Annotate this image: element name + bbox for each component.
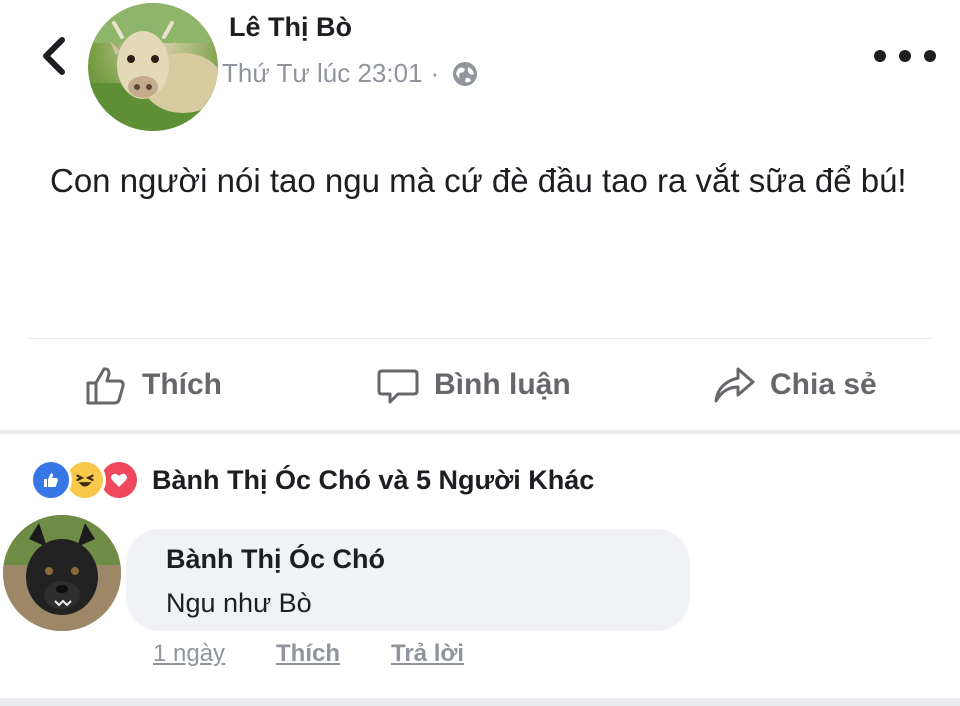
post-meta: Thứ Tư lúc 23:01 ·: [222, 58, 479, 89]
like-button[interactable]: Thích: [84, 363, 222, 407]
comment-author[interactable]: Bành Thị Óc Chó: [166, 544, 385, 575]
meta-separator: ·: [430, 58, 440, 88]
more-dot-icon: [874, 50, 886, 62]
more-dot-icon: [899, 50, 911, 62]
section-separator: [0, 430, 960, 434]
post-header: Lê Thị Bò Thứ Tư lúc 23:01 ·: [0, 0, 960, 140]
author-name[interactable]: Lê Thị Bò: [229, 12, 352, 43]
comment-like-button[interactable]: Thích: [276, 640, 340, 668]
author-avatar[interactable]: [88, 3, 218, 131]
post-timestamp[interactable]: Thứ Tư lúc 23:01: [222, 58, 423, 89]
like-label: Thích: [142, 368, 222, 401]
comment-icon: [377, 369, 419, 404]
comment-reply-button[interactable]: Trả lời: [391, 640, 464, 668]
share-button[interactable]: Chia sẻ: [712, 363, 877, 407]
divider: [28, 338, 933, 339]
comment-time[interactable]: 1 ngày: [153, 640, 225, 668]
share-icon: [714, 367, 755, 403]
chevron-left-icon: [43, 37, 65, 75]
post-text: Con người nói tao ngu mà cứ đè đầu tao r…: [50, 162, 907, 199]
globe-icon: [453, 61, 478, 86]
comment-button[interactable]: Bình luận: [376, 363, 571, 407]
reactions-summary[interactable]: Bành Thị Óc Chó và 5 Người Khác: [30, 459, 594, 501]
share-label: Chia sẻ: [770, 368, 877, 401]
comment-label: Bình luận: [434, 368, 571, 401]
bottom-separator: [0, 698, 960, 706]
more-options-button[interactable]: [874, 36, 936, 76]
reactions-text: Bành Thị Óc Chó và 5 Người Khác: [152, 464, 595, 495]
like-reaction-icon: [30, 459, 72, 501]
thumbs-up-icon: [86, 367, 125, 405]
comment-text: Ngu như Bò: [166, 588, 312, 618]
back-button[interactable]: [36, 30, 76, 82]
post-actions-bar: Thích Bình luận Chia sẻ: [0, 345, 960, 429]
cow-avatar-image: [88, 3, 218, 131]
commenter-avatar[interactable]: [3, 515, 121, 631]
dog-avatar-image: [3, 515, 121, 631]
more-dot-icon: [924, 50, 936, 62]
